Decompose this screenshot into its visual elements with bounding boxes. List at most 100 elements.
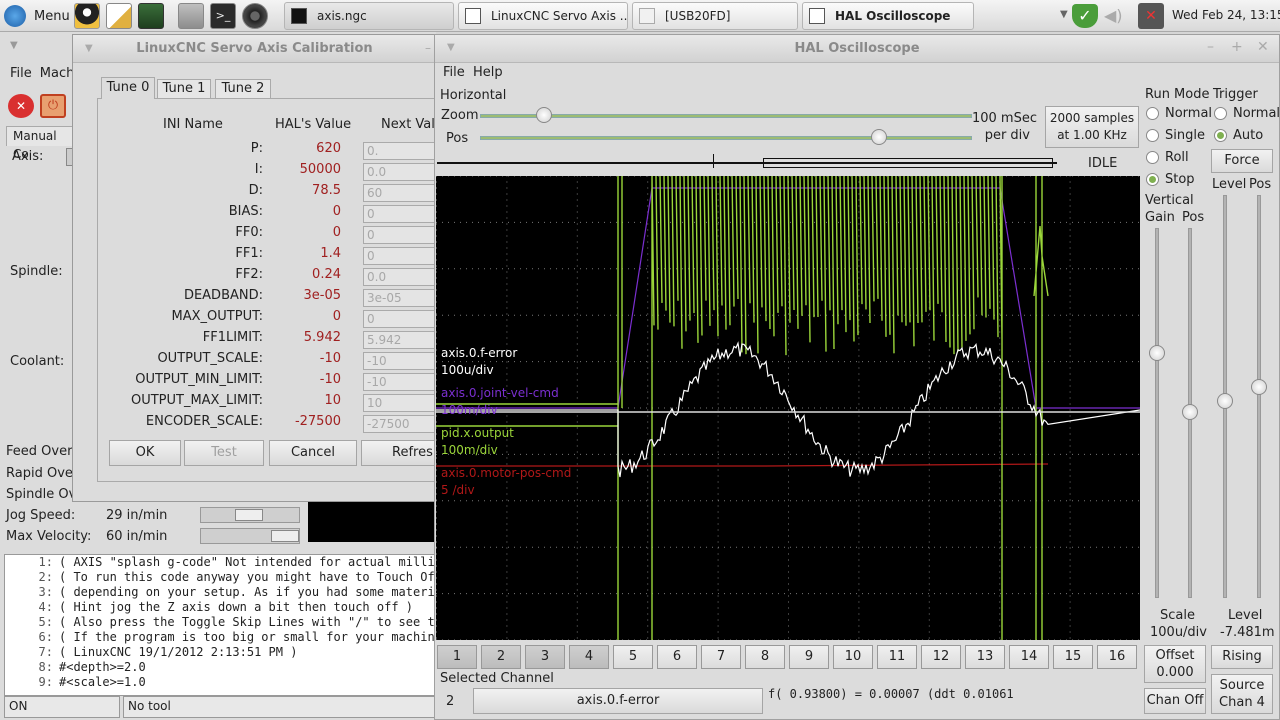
max-velocity-slider[interactable]: [200, 528, 300, 544]
task-usb[interactable]: [USB20FD]: [632, 2, 798, 30]
test-button[interactable]: Test: [184, 440, 264, 466]
param-next-value-input[interactable]: 10: [363, 394, 437, 412]
channel-button-3[interactable]: 3: [525, 645, 565, 669]
pos-slider-thumb[interactable]: [870, 129, 887, 145]
tab-tune-0[interactable]: Tune 0: [101, 77, 155, 99]
file-manager-icon[interactable]: [178, 3, 204, 29]
axis-window-menu-icon[interactable]: ▼: [10, 40, 18, 51]
channel-button-10[interactable]: 10: [833, 645, 873, 669]
vertical-pos-slider-thumb[interactable]: [1182, 404, 1198, 420]
gcode-line[interactable]: 1: ( AXIS "splash g-code" Not intended fo…: [5, 555, 435, 570]
param-next-value-input[interactable]: 0.: [363, 142, 437, 160]
halscope-titlebar[interactable]: HAL Oscilloscope: [435, 35, 1279, 63]
gcode-line[interactable]: 5: ( Also press the Toggle Skip Lines wit…: [5, 615, 435, 630]
trigger-auto-radio[interactable]: [1214, 129, 1227, 142]
gcode-line[interactable]: 9: #<scale>=1.0: [5, 675, 435, 690]
run-roll-radio[interactable]: [1146, 151, 1159, 164]
close-icon[interactable]: ✕: [1257, 39, 1269, 55]
channel-button-16[interactable]: 16: [1097, 645, 1137, 669]
gain-slider-thumb[interactable]: [1149, 345, 1165, 361]
trigger-normal-radio[interactable]: [1214, 107, 1227, 120]
param-next-value-input[interactable]: -10: [363, 373, 437, 391]
gain-slider[interactable]: [1155, 228, 1159, 598]
zoom-slider[interactable]: [480, 114, 972, 118]
tab-tune-2[interactable]: Tune 2: [215, 79, 271, 99]
rising-button[interactable]: Rising: [1211, 645, 1273, 669]
channel-button-6[interactable]: 6: [657, 645, 697, 669]
jog-speed-slider[interactable]: [200, 507, 300, 523]
estop-icon[interactable]: ✕: [8, 94, 34, 118]
param-next-value-input[interactable]: 0.0: [363, 268, 437, 286]
channel-button-13[interactable]: 13: [965, 645, 1005, 669]
update-shield-icon[interactable]: ✓: [1072, 4, 1098, 28]
cancel-button[interactable]: Cancel: [269, 440, 357, 466]
samples-button[interactable]: 2000 samples at 1.00 KHz: [1045, 106, 1139, 148]
channel-button-11[interactable]: 11: [877, 645, 917, 669]
manual-control-tab[interactable]: Manual Co: [6, 126, 74, 161]
channel-button-4[interactable]: 4: [569, 645, 609, 669]
channel-button-14[interactable]: 14: [1009, 645, 1049, 669]
pos-slider[interactable]: [480, 136, 972, 140]
trigger-pos-slider-thumb[interactable]: [1251, 379, 1267, 395]
menu-button[interactable]: Menu: [4, 4, 70, 28]
gcode-line[interactable]: 3: ( depending on your setup. As if you h…: [5, 585, 435, 600]
gcode-listing[interactable]: 1: ( AXIS "splash g-code" Not intended fo…: [4, 554, 436, 696]
scope-display[interactable]: axis.0.f-error 100u/div axis.0.joint-vel-c…: [436, 175, 1141, 641]
gcode-line[interactable]: 4: ( Hint jog the Z axis down a bit then …: [5, 600, 435, 615]
param-next-value-input[interactable]: 0.0: [363, 163, 437, 181]
record-overview[interactable]: [437, 154, 1057, 168]
network-icon[interactable]: ✕: [1138, 3, 1164, 29]
offset-button[interactable]: Offset 0.000: [1144, 645, 1206, 683]
param-next-value-input[interactable]: 0: [363, 226, 437, 244]
task-halscope[interactable]: HAL Oscilloscope: [802, 2, 974, 30]
source-button[interactable]: Source Chan 4: [1211, 674, 1273, 714]
param-next-value-input[interactable]: 60: [363, 184, 437, 202]
minimize-icon[interactable]: –: [1207, 39, 1214, 55]
text-editor-icon[interactable]: [106, 3, 132, 29]
run-stop-label[interactable]: Stop: [1165, 172, 1195, 187]
terminal-icon[interactable]: >_: [210, 3, 236, 29]
trigger-normal-label[interactable]: Normal: [1233, 106, 1280, 121]
refresh-button[interactable]: Refresh: [361, 440, 441, 466]
chan-off-button[interactable]: Chan Off: [1144, 688, 1206, 714]
channel-button-15[interactable]: 15: [1053, 645, 1093, 669]
power-icon[interactable]: ⏻: [40, 94, 66, 118]
calibration-minimize-icon[interactable]: –: [425, 41, 431, 55]
gcode-line[interactable]: 6: ( If the program is too big or small f…: [5, 630, 435, 645]
run-normal-radio[interactable]: [1146, 107, 1159, 120]
axis-menu-file[interactable]: File: [10, 66, 32, 81]
channel-button-9[interactable]: 9: [789, 645, 829, 669]
run-normal-label[interactable]: Normal: [1165, 106, 1212, 121]
jog-speed-slider-thumb[interactable]: [235, 509, 263, 521]
linux-penguin-icon[interactable]: [74, 3, 100, 29]
task-calibration[interactable]: LinuxCNC Servo Axis ...: [458, 2, 628, 30]
run-single-radio[interactable]: [1146, 129, 1159, 142]
channel-button-8[interactable]: 8: [745, 645, 785, 669]
tray-arrow-icon[interactable]: ▼: [1060, 9, 1072, 21]
clock[interactable]: Wed Feb 24, 13:15: [1172, 8, 1280, 22]
gcode-line[interactable]: 7: ( LinuxCNC 19/1/2012 2:13:51 PM ): [5, 645, 435, 660]
channel-button-7[interactable]: 7: [701, 645, 741, 669]
run-single-label[interactable]: Single: [1165, 128, 1205, 143]
force-button[interactable]: Force: [1211, 149, 1273, 173]
param-next-value-input[interactable]: 3e-05: [363, 289, 437, 307]
calibration-menu-icon[interactable]: ▼: [85, 43, 93, 54]
run-roll-label[interactable]: Roll: [1165, 150, 1189, 165]
camera-icon[interactable]: [242, 3, 268, 29]
channel-button-1[interactable]: 1: [437, 645, 477, 669]
calibration-titlebar[interactable]: LinuxCNC Servo Axis Calibration: [73, 35, 436, 63]
max-velocity-slider-thumb[interactable]: [271, 530, 299, 542]
maximize-icon[interactable]: +: [1231, 39, 1243, 55]
volume-icon[interactable]: ◀): [1104, 8, 1128, 24]
ok-button[interactable]: OK: [109, 440, 181, 466]
trigger-pos-slider[interactable]: [1257, 195, 1261, 598]
task-axis[interactable]: axis.ngc: [284, 2, 454, 30]
trigger-level-slider-thumb[interactable]: [1217, 393, 1233, 409]
trigger-auto-label[interactable]: Auto: [1233, 128, 1263, 143]
param-next-value-input[interactable]: 0: [363, 310, 437, 328]
halscope-menu-icon[interactable]: ▼: [447, 42, 455, 53]
param-next-value-input[interactable]: 0: [363, 205, 437, 223]
channel-button-12[interactable]: 12: [921, 645, 961, 669]
param-next-value-input[interactable]: 0: [363, 247, 437, 265]
zoom-slider-thumb[interactable]: [535, 107, 552, 123]
